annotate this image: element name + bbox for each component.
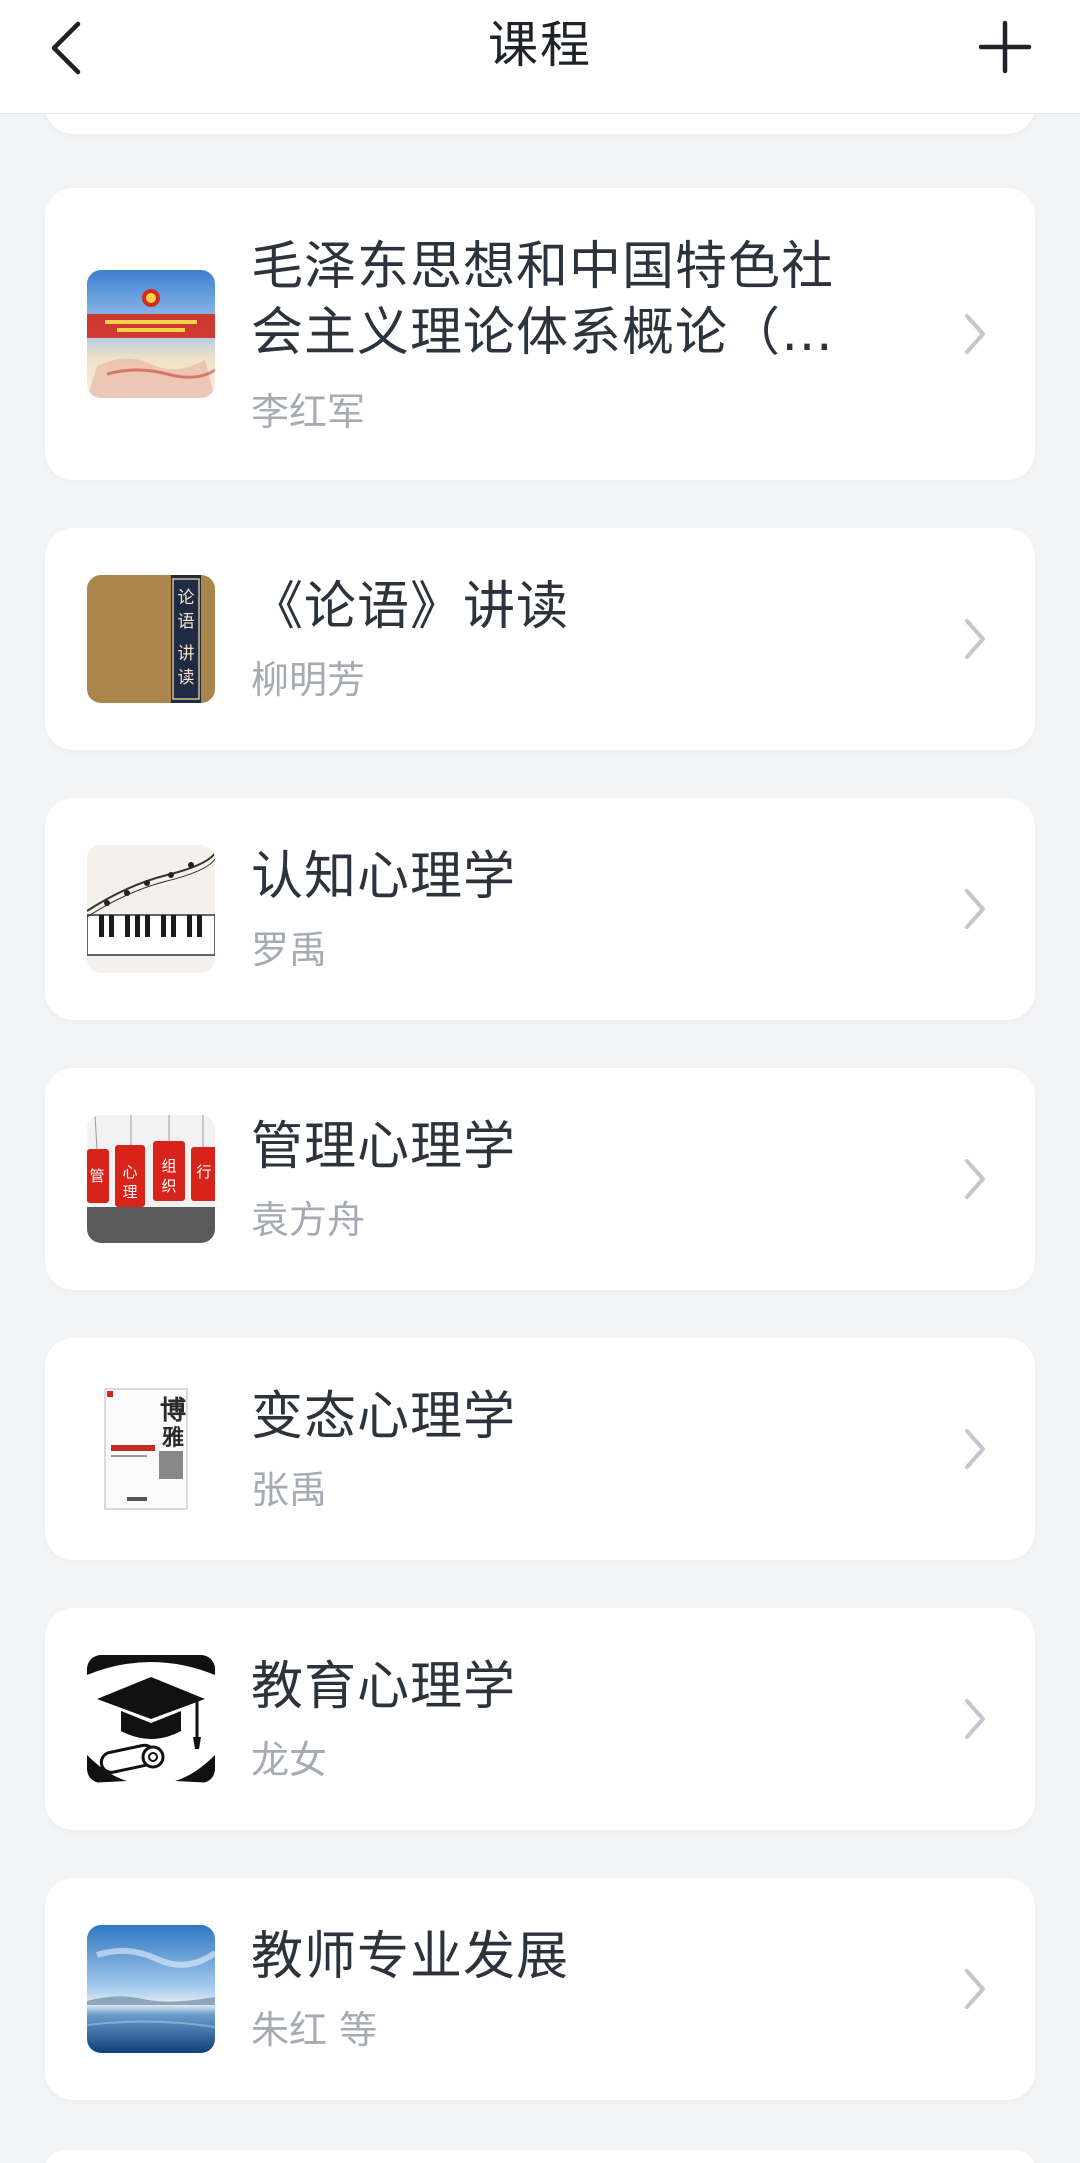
course-teacher: 袁方舟 (251, 1198, 366, 1242)
red-tags-thumbnail: 管 心 理 组 织 行 (87, 1115, 215, 1243)
svg-text:组: 组 (161, 1157, 176, 1175)
graduation-cap-thumbnail (87, 1655, 215, 1783)
course-title: 毛泽东思想和中国特色社 会主义理论体系概论（… (251, 237, 835, 363)
course-title: 教师专业发展 (251, 1927, 570, 1987)
chevron-right-icon (955, 885, 995, 933)
course-teacher: 朱红 等 (251, 2008, 378, 2052)
red-banner-thumbnail (87, 270, 215, 398)
course-teacher: 李红军 (251, 390, 366, 434)
svg-text:讲: 讲 (178, 644, 195, 664)
lake-landscape-thumbnail (87, 1925, 215, 2053)
course-card[interactable]: 博 雅 变态心理学 张禹 (45, 1338, 1035, 1560)
course-teacher: 柳明芳 (251, 658, 366, 702)
page-title: 课程 (488, 16, 592, 74)
chevron-right-icon (955, 1965, 995, 2013)
svg-text:织: 织 (161, 1177, 176, 1195)
piano-keys-thumbnail (87, 845, 215, 973)
course-card[interactable]: 教师专业发展 朱红 等 (45, 1878, 1035, 2100)
add-course-button[interactable] (972, 14, 1038, 80)
course-teacher: 张禹 (251, 1468, 328, 1512)
svg-text:行: 行 (196, 1163, 211, 1181)
chevron-right-icon (955, 1695, 995, 1743)
book-cover-thumbnail: 论 语 讲 读 (87, 575, 215, 703)
svg-text:理: 理 (122, 1183, 137, 1201)
svg-text:论: 论 (178, 588, 195, 608)
svg-text:语: 语 (178, 612, 195, 632)
course-title: 变态心理学 (251, 1387, 517, 1447)
course-title: 认知心理学 (251, 847, 517, 907)
course-card-partial-bottom[interactable] (45, 2150, 1035, 2163)
chevron-right-icon (955, 615, 995, 663)
svg-text:雅: 雅 (162, 1425, 184, 1451)
chevron-right-icon (955, 1155, 995, 1203)
svg-text:管: 管 (89, 1167, 104, 1185)
course-title: 管理心理学 (251, 1117, 517, 1177)
course-card[interactable]: 毛泽东思想和中国特色社 会主义理论体系概论（… 李红军 (45, 188, 1035, 480)
svg-text:心: 心 (122, 1163, 137, 1181)
course-card[interactable]: 论 语 讲 读 《论语》讲读 柳明芳 (45, 528, 1035, 750)
course-teacher: 龙女 (251, 1738, 328, 1782)
course-card[interactable]: 管 心 理 组 织 行 管理心理学 袁方舟 (45, 1068, 1035, 1290)
course-card[interactable]: 教育心理学 龙女 (45, 1608, 1035, 1830)
top-navigation-bar: 课程 (0, 0, 1080, 114)
svg-text:博: 博 (160, 1396, 186, 1426)
course-title: 《论语》讲读 (251, 577, 570, 637)
course-list-screen: 毛泽东思想和中国特色社 会主义理论体系概论（… 李红军 论 语 讲 读 《论语》… (0, 0, 1080, 2163)
book-cover-thumbnail: 博 雅 (87, 1385, 215, 1513)
chevron-right-icon (955, 1425, 995, 1473)
course-title: 教育心理学 (251, 1657, 517, 1717)
plus-icon (978, 20, 1032, 74)
course-teacher: 罗禹 (251, 928, 328, 972)
svg-text:读: 读 (178, 668, 195, 688)
course-card[interactable]: 认知心理学 罗禹 (45, 798, 1035, 1020)
chevron-right-icon (955, 310, 995, 358)
